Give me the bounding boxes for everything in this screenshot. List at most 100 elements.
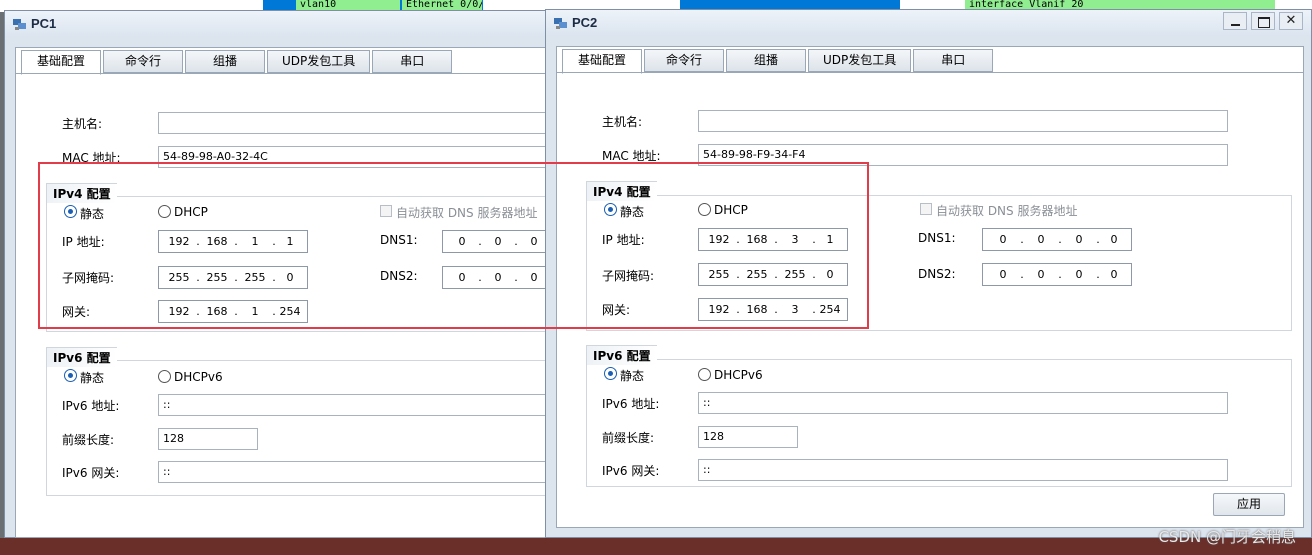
gateway-octet: 192 (168, 305, 190, 318)
ip-octet: 3 (791, 233, 799, 246)
watermark: CSDN @门牙会稍息 (1158, 528, 1296, 546)
tab-serial[interactable]: 串口 (913, 49, 994, 72)
static-v6-radio[interactable] (604, 367, 617, 380)
mask-octet: 255 (168, 271, 190, 284)
mask-label: 子网掩码: (602, 269, 655, 283)
ipv6-gateway-input[interactable]: :: (158, 461, 558, 483)
hostname-input[interactable] (158, 112, 558, 134)
mask-octet: 255 (244, 271, 266, 284)
ip-label: IP 地址: (602, 233, 645, 247)
pc2-tab-bar: 基础配置 命令行 组播 UDP发包工具 串口 (562, 49, 994, 74)
dns-octet: 0 (999, 233, 1007, 246)
gateway-octet: 1 (251, 305, 259, 318)
mac-address-field[interactable]: 54-89-98-A0-32-4C (158, 146, 558, 168)
mask-octet: 255 (746, 268, 768, 281)
pc2-titlebar[interactable]: PC2 ✕ (546, 10, 1311, 36)
mask-octet: 0 (286, 271, 294, 284)
ip-address-input[interactable]: 192. 168. 1. 1 (158, 230, 308, 253)
dhcpv6-radio[interactable] (698, 368, 711, 381)
static-v6-radio[interactable] (64, 369, 77, 382)
gateway-input[interactable]: 192. 168. 1. 254 (158, 300, 308, 323)
tab-serial[interactable]: 串口 (372, 50, 453, 73)
gateway-octet: 3 (791, 303, 799, 316)
window-title: PC1 (31, 16, 57, 31)
close-icon[interactable]: ✕ (1279, 12, 1303, 30)
ipv6-gateway-input[interactable]: :: (698, 459, 1228, 481)
mask-octet: 255 (708, 268, 730, 281)
subnet-mask-input[interactable]: 255. 255. 255. 0 (698, 263, 848, 286)
mask-label: 子网掩码: (62, 271, 115, 285)
auto-dns-checkbox[interactable] (920, 203, 932, 215)
prefix-length-input[interactable]: 128 (158, 428, 258, 450)
tab-command-line[interactable]: 命令行 (644, 49, 724, 72)
window-title: PC2 (572, 15, 598, 30)
dns-octet: 0 (1110, 268, 1118, 281)
dns-octet: 0 (1075, 233, 1083, 246)
dns2-input[interactable]: 0. 0. 0. 0 (982, 263, 1132, 286)
dhcpv6-radio[interactable] (158, 370, 171, 383)
dns2-input[interactable]: 0. 0. 0 (442, 266, 552, 289)
gateway-octet: 254 (819, 303, 841, 316)
static-v6-label: 静态 (620, 369, 645, 383)
dns1-label: DNS1: (918, 231, 956, 245)
auto-dns-label: 自动获取 DNS 服务器地址 (936, 204, 1078, 218)
tab-command-line[interactable]: 命令行 (103, 50, 183, 73)
ip-octet: 168 (206, 235, 228, 248)
dhcp-label: DHCP (174, 205, 208, 219)
dhcpv6-label: DHCPv6 (174, 370, 223, 384)
ipv6-address-input[interactable]: :: (698, 392, 1228, 414)
dns-octet: 0 (494, 235, 502, 248)
static-radio[interactable] (64, 205, 77, 218)
gateway-label: 网关: (62, 305, 91, 319)
dhcp-radio[interactable] (158, 205, 171, 218)
tab-basic-config[interactable]: 基础配置 (562, 49, 642, 74)
maximize-icon[interactable] (1251, 12, 1275, 30)
static-v6-label: 静态 (80, 371, 105, 385)
ipv6-gw-label: IPv6 网关: (62, 466, 120, 480)
ipv6-group-title: IPv6 配置 (46, 347, 117, 367)
tab-multicast[interactable]: 组播 (185, 50, 265, 73)
hostname-label: 主机名: (602, 115, 643, 129)
apply-button[interactable]: 应用 (1213, 493, 1285, 516)
dhcp-radio[interactable] (698, 203, 711, 216)
dns-octet: 0 (494, 271, 502, 284)
tab-udp-tool[interactable]: UDP发包工具 (808, 49, 912, 72)
mac-address-field[interactable]: 54-89-98-F9-34-F4 (698, 144, 1228, 166)
pc1-config-panel: 基础配置 命令行 组播 UDP发包工具 串口 主机名: MAC 地址: 54-8… (15, 47, 558, 538)
dns-octet: 0 (458, 235, 466, 248)
ip-address-input[interactable]: 192. 168. 3. 1 (698, 228, 848, 251)
hostname-input[interactable] (698, 110, 1228, 132)
gateway-label: 网关: (602, 303, 631, 317)
auto-dns-label: 自动获取 DNS 服务器地址 (396, 206, 538, 220)
dns-octet: 0 (1037, 268, 1045, 281)
auto-dns-checkbox[interactable] (380, 205, 392, 217)
tab-divider (557, 72, 1303, 73)
prefix-length-input[interactable]: 128 (698, 426, 798, 448)
mac-label: MAC 地址: (62, 151, 121, 165)
gateway-octet: 192 (708, 303, 730, 316)
dns1-input[interactable]: 0. 0. 0. 0 (982, 228, 1132, 251)
dns1-label: DNS1: (380, 233, 418, 247)
pc2-config-panel: 基础配置 命令行 组播 UDP发包工具 串口 主机名: MAC 地址: 54-8… (556, 46, 1304, 528)
subnet-mask-input[interactable]: 255. 255. 255. 0 (158, 266, 308, 289)
dns2-label: DNS2: (380, 269, 418, 283)
tab-udp-tool[interactable]: UDP发包工具 (267, 50, 371, 73)
prefix-label: 前缀长度: (602, 431, 655, 445)
pc1-titlebar[interactable]: PC1 (5, 11, 547, 37)
tab-basic-config[interactable]: 基础配置 (21, 50, 101, 75)
mask-octet: 0 (826, 268, 834, 281)
gateway-input[interactable]: 192. 168. 3. 254 (698, 298, 848, 321)
tab-multicast[interactable]: 组播 (726, 49, 806, 72)
ip-octet: 192 (168, 235, 190, 248)
dns1-input[interactable]: 0. 0. 0 (442, 230, 552, 253)
gateway-octet: 254 (279, 305, 301, 318)
static-radio[interactable] (604, 203, 617, 216)
minimize-icon[interactable] (1223, 12, 1247, 30)
gateway-octet: 168 (206, 305, 228, 318)
pc1-window: PC1 基础配置 命令行 组播 UDP发包工具 串口 主机名: MAC 地址: … (4, 10, 558, 538)
dhcp-label: DHCP (714, 203, 748, 217)
mask-octet: 255 (784, 268, 806, 281)
static-label: 静态 (80, 207, 105, 221)
mac-label: MAC 地址: (602, 149, 661, 163)
ipv6-address-input[interactable]: :: (158, 394, 558, 416)
